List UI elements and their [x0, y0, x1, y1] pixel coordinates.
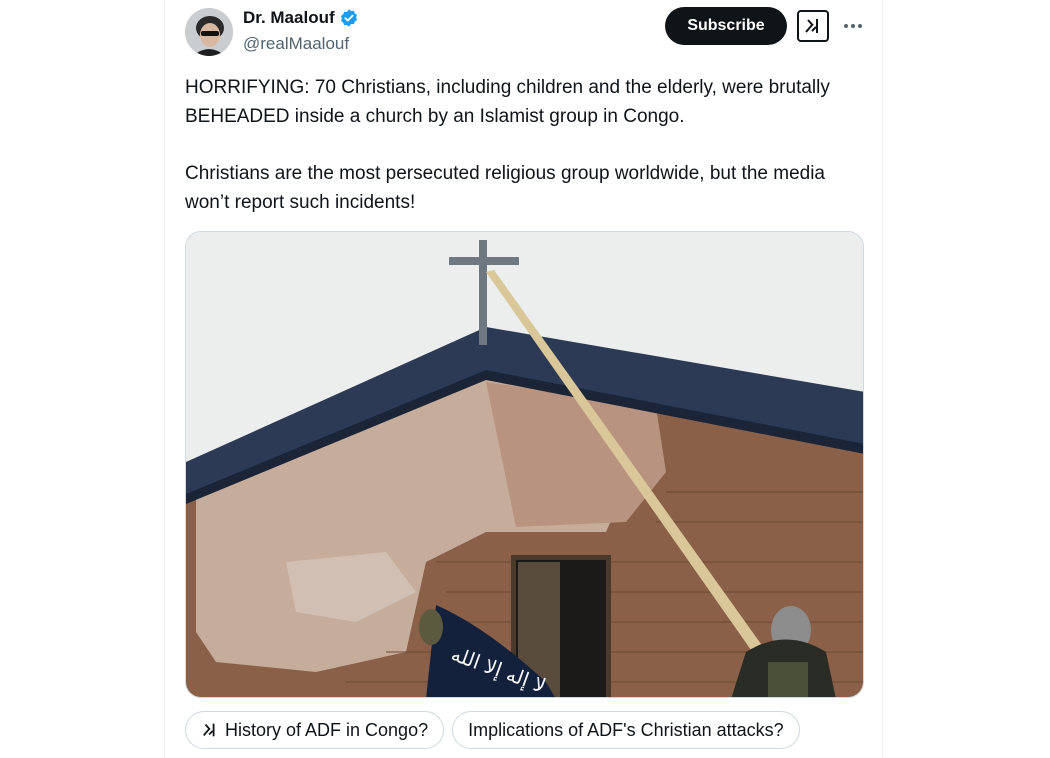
- grok-suggestions: History of ADF in Congo? Implications of…: [185, 711, 800, 749]
- author-handle[interactable]: @realMaalouf: [243, 34, 349, 54]
- grok-icon: [203, 723, 215, 737]
- post-text: HORRIFYING: 70 Christians, including chi…: [185, 74, 855, 217]
- avatar-image: [185, 8, 233, 56]
- suggestion-label: Implications of ADF's Christian attacks?: [468, 719, 784, 740]
- avatar[interactable]: [185, 8, 233, 56]
- suggestion-chip-history[interactable]: History of ADF in Congo?: [185, 711, 445, 749]
- post-paragraph: Christians are the most persecuted relig…: [185, 163, 825, 213]
- post-image[interactable]: لا إله إلا الله: [185, 231, 864, 698]
- post-paragraph: HORRIFYING: 70 Christians, including chi…: [185, 77, 830, 127]
- more-button[interactable]: [841, 10, 865, 42]
- verified-badge-icon: [340, 9, 357, 27]
- suggestion-chip-implications[interactable]: Implications of ADF's Christian attacks?: [452, 711, 800, 749]
- grok-icon: [805, 19, 818, 33]
- more-icon: [844, 24, 862, 28]
- author-name-row[interactable]: Dr. Maalouf: [243, 8, 359, 28]
- author-name[interactable]: Dr. Maalouf: [243, 8, 335, 28]
- church-photo: لا إله إلا الله: [186, 232, 863, 697]
- post-card: Dr. Maalouf @realMaalouf Subscribe HORRI…: [164, 0, 883, 758]
- subscribe-button[interactable]: Subscribe: [665, 7, 787, 45]
- grok-button[interactable]: [797, 10, 829, 42]
- suggestion-label: History of ADF in Congo?: [225, 719, 429, 740]
